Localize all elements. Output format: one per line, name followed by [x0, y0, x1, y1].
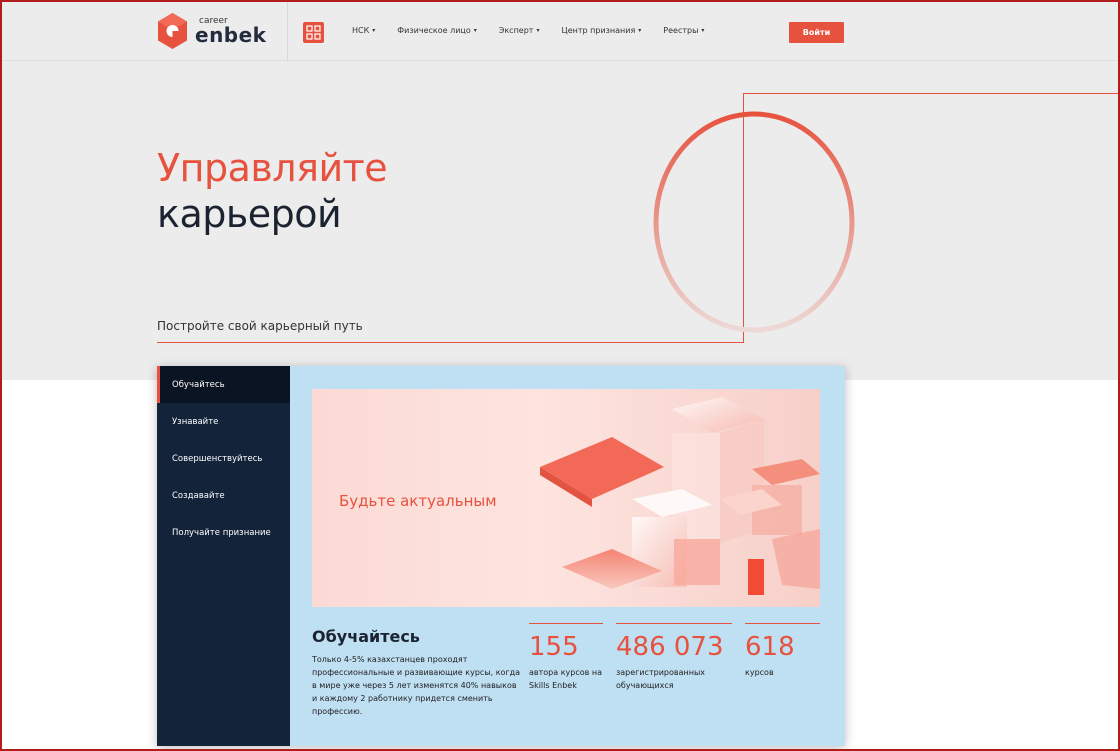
logo-hexagon-icon — [157, 12, 188, 50]
sidebar: Обучайтесь Узнавайте Совершенствуйтесь С… — [157, 366, 290, 746]
sidebar-item-create[interactable]: Создавайте — [157, 477, 290, 514]
top-header: career enbek НСК ▾ Физическое лицо ▾ Экспе… — [0, 0, 1120, 61]
stat-divider — [616, 623, 732, 624]
hero-title-line2: карьерой — [157, 192, 342, 236]
banner-image: Будьте актуальным — [312, 389, 820, 607]
stat-label: зарегистрированных обучающихся — [616, 668, 705, 690]
caret-down-icon: ▾ — [638, 27, 642, 34]
banner-headline: Будьте актуальным — [339, 492, 497, 510]
nav-item-recognition-center[interactable]: Центр признания ▾ — [561, 26, 641, 35]
caret-down-icon: ▾ — [473, 27, 477, 34]
header-divider — [287, 0, 288, 60]
apps-menu-button[interactable] — [303, 22, 324, 43]
sidebar-item-recognition[interactable]: Получайте признание — [157, 514, 290, 551]
caret-down-icon: ▾ — [701, 27, 705, 34]
caret-down-icon: ▾ — [372, 27, 376, 34]
stat-value: 618 — [745, 632, 795, 662]
stat-courses: 618 курсов — [745, 623, 820, 679]
hero-title-line1: Управляйте — [157, 146, 388, 190]
logo[interactable]: career enbek — [157, 11, 266, 51]
stat-value: 155 — [529, 632, 579, 662]
stat-divider — [529, 623, 603, 624]
nav-item-individual[interactable]: Физическое лицо ▾ — [397, 26, 476, 35]
login-button[interactable]: Войти — [789, 22, 844, 43]
feature-card: Обучайтесь Узнавайте Совершенствуйтесь С… — [157, 366, 845, 746]
logo-brand-text: enbek — [195, 23, 267, 47]
caret-down-icon: ▾ — [536, 27, 540, 34]
decor-horizontal-line — [743, 93, 1120, 94]
main-nav: НСК ▾ Физическое лицо ▾ Эксперт ▾ Центр при… — [352, 26, 726, 35]
nav-item-registries[interactable]: Реестры ▾ — [663, 26, 704, 35]
nav-item-expert[interactable]: Эксперт ▾ — [499, 26, 540, 35]
content-panel: Будьте актуальным Обучайтесь Только 4-5%… — [290, 366, 845, 746]
section-title: Обучайтесь — [312, 627, 420, 646]
sidebar-item-improve[interactable]: Совершенствуйтесь — [157, 440, 290, 477]
section-description: Только 4-5% казахстанцев проходят профес… — [312, 655, 521, 716]
decor-ring-graphic — [653, 111, 855, 333]
stat-authors: 155 автора курсов на Skills Enbek — [529, 623, 603, 692]
grid-icon — [306, 25, 321, 40]
stat-label: автора курсов на Skills Enbek — [529, 668, 603, 690]
hero-underline — [157, 342, 744, 343]
stat-divider — [745, 623, 820, 624]
nav-item-nsk[interactable]: НСК ▾ — [352, 26, 375, 35]
stat-students: 486 073 зарегистрированных обучающихся — [616, 623, 732, 692]
stat-label: курсов — [745, 668, 774, 677]
stat-value: 486 073 — [616, 632, 724, 662]
sidebar-item-learn[interactable]: Обучайтесь — [157, 366, 290, 403]
sidebar-item-discover[interactable]: Узнавайте — [157, 403, 290, 440]
hero-subtitle: Постройте свой карьерный путь — [157, 319, 363, 333]
